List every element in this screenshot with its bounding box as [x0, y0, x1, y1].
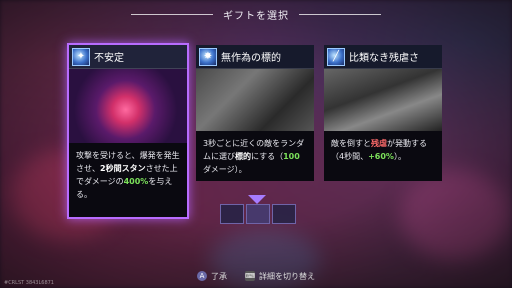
gift-select-header: ギフトを選択: [0, 6, 512, 22]
gift-card-preview-image: [196, 69, 314, 131]
highlight-text: 標的: [235, 152, 251, 161]
gift-card-description: 3秒ごとに近くの敵をランダムに選び標的にする（100ダメージ）。: [196, 131, 314, 181]
header-line-right: [299, 13, 381, 15]
highlight-text: 2秒間スタン: [100, 164, 146, 173]
header-line-left: [131, 13, 213, 15]
gift-card-description: 敵を倒すと残虐が発動する（4秒間、+60%）。: [324, 131, 442, 181]
gift-card-preview-image: [324, 69, 442, 131]
highlight-text: 残虐: [371, 139, 387, 148]
lightning-burst-icon: ✦: [72, 47, 90, 66]
slash-icon: ╱: [327, 47, 345, 66]
gift-card-header: ✦ 不安定: [69, 45, 187, 69]
gift-card-unstable[interactable]: ✦ 不安定 攻撃を受けると、爆発を発生させ、2秒間スタンさせた上でダメージの40…: [67, 43, 189, 219]
confirm-label: 了承: [211, 271, 227, 281]
description-text: ）。: [393, 152, 406, 161]
highlight-text: 100: [283, 152, 300, 161]
build-watermark: #CRLST 3843L6871: [4, 280, 54, 286]
toggle-details-label: 詳細を切り替え: [259, 271, 315, 281]
keyboard-key-icon: ⌨: [244, 271, 256, 281]
gift-card-title: 比類なき残虐さ: [349, 53, 419, 64]
gift-card-header: ✸ 無作為の標的: [196, 45, 314, 69]
gift-card-unmatched-brutality[interactable]: ╱ 比類なき残虐さ 敵を倒すと残虐が発動する（4秒間、+60%）。: [324, 45, 442, 181]
description-text: ダメージ）。: [203, 165, 247, 174]
gift-card-random-target[interactable]: ✸ 無作為の標的 3秒ごとに近くの敵をランダムに選び標的にする（100ダメージ）…: [196, 45, 314, 181]
highlight-text: +60%: [368, 152, 394, 161]
page-slot[interactable]: [272, 204, 296, 224]
gift-card-description: 攻撃を受けると、爆発を発生させ、2秒間スタンさせた上でダメージの400%を与える…: [69, 143, 187, 217]
gift-card-title: 無作為の標的: [221, 53, 281, 64]
page-title: ギフトを選択: [223, 10, 289, 22]
button-prompts: A 了承 ⌨ 詳細を切り替え: [0, 270, 512, 282]
description-text: にする（: [251, 152, 284, 161]
page-slot-active[interactable]: [246, 204, 270, 224]
toggle-details-prompt[interactable]: ⌨ 詳細を切り替え: [245, 271, 315, 282]
page-indicator: [220, 195, 296, 224]
highlight-text: 400%: [123, 177, 149, 186]
gift-card-preview-image: [69, 69, 187, 143]
gift-card-title: 不安定: [94, 53, 124, 64]
gift-card-header: ╱ 比類なき残虐さ: [324, 45, 442, 69]
a-button-icon: A: [197, 271, 207, 281]
description-text: 敵を倒すと: [331, 139, 371, 148]
page-slot[interactable]: [220, 204, 244, 224]
confirm-prompt[interactable]: A 了承: [197, 271, 227, 282]
target-icon: ✸: [199, 47, 217, 66]
page-indicator-arrow-icon: [248, 195, 266, 204]
